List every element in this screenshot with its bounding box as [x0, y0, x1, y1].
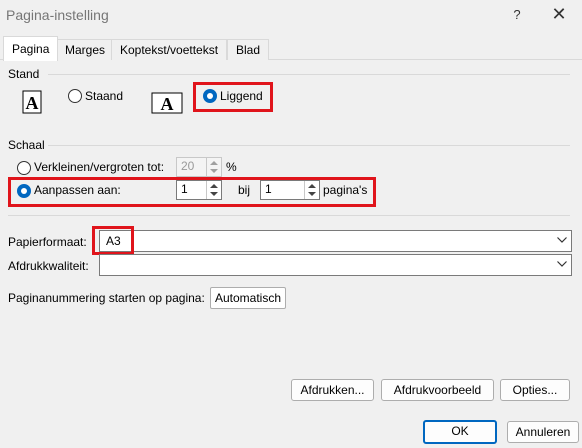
paper-size-label: Papierformaat:: [8, 235, 87, 249]
orientation-group-line: [48, 74, 570, 75]
fit-pages-wide-value: 1: [181, 182, 188, 196]
options-button[interactable]: Opties...: [500, 379, 570, 401]
pages-label: pagina's: [323, 183, 368, 197]
spinner-arrows[interactable]: [304, 181, 319, 199]
tab-marges[interactable]: Marges: [56, 39, 115, 60]
adjust-radio[interactable]: [17, 161, 31, 175]
scale-group-line: [48, 145, 570, 146]
paper-size-highlight-box: [92, 226, 134, 255]
tab-blad[interactable]: Blad: [227, 39, 270, 60]
fit-pages-tall-spinner[interactable]: 1: [260, 180, 320, 200]
spin-down-icon[interactable]: [210, 169, 218, 173]
cancel-button[interactable]: Annuleren: [507, 421, 579, 443]
spin-down-icon[interactable]: [308, 192, 316, 196]
by-label: bij: [238, 183, 251, 197]
print-quality-label: Afdrukkwaliteit:: [8, 259, 89, 273]
portrait-radio[interactable]: [68, 89, 82, 103]
first-page-number-label: Paginanummering starten op pagina:: [8, 291, 205, 305]
help-button[interactable]: ?: [506, 5, 528, 25]
adjust-label: Verkleinen/vergroten tot:: [34, 160, 165, 174]
percent-sign: %: [226, 160, 237, 174]
landscape-page-icon: A: [151, 92, 183, 114]
fit-pages-wide-spinner[interactable]: 1: [176, 180, 222, 200]
spin-up-icon[interactable]: [210, 161, 218, 165]
fit-pages-tall-value: 1: [265, 182, 272, 196]
first-page-number-input[interactable]: Automatisch: [210, 287, 286, 309]
portrait-label: Staand: [85, 89, 124, 103]
tab-koptekst-voettekst[interactable]: Koptekst/voettekst: [111, 39, 228, 60]
tab-pagina[interactable]: Pagina: [3, 36, 59, 61]
svg-text:A: A: [26, 93, 39, 113]
paper-size-dropdown[interactable]: A3: [99, 230, 572, 252]
close-button[interactable]: ✕: [548, 4, 570, 24]
orientation-group-label: Stand: [8, 67, 40, 81]
fit-radio[interactable]: [17, 184, 31, 198]
spinner-arrows[interactable]: [206, 181, 221, 199]
fit-label: Aanpassen aan:: [34, 183, 121, 197]
print-preview-button[interactable]: Afdrukvoorbeeld: [381, 379, 494, 401]
spin-down-icon[interactable]: [210, 192, 218, 196]
scale-group-label: Schaal: [8, 138, 45, 152]
landscape-radio[interactable]: [203, 89, 217, 103]
spin-up-icon[interactable]: [210, 184, 218, 188]
spin-up-icon[interactable]: [308, 184, 316, 188]
chevron-down-icon[interactable]: [553, 255, 571, 275]
print-button[interactable]: Afdrukken...: [291, 379, 374, 401]
svg-text:A: A: [161, 94, 174, 114]
spinner-arrows[interactable]: [206, 158, 221, 176]
portrait-page-icon: A: [22, 90, 44, 114]
dialog-title: Pagina-instelling: [6, 7, 109, 23]
ok-button[interactable]: OK: [423, 420, 497, 444]
section-divider: [8, 215, 570, 216]
chevron-down-icon[interactable]: [553, 231, 571, 251]
adjust-percent-value: 20: [181, 159, 195, 173]
landscape-label: Liggend: [220, 89, 263, 103]
print-quality-dropdown[interactable]: [99, 254, 572, 276]
adjust-percent-spinner[interactable]: 20: [176, 157, 222, 177]
